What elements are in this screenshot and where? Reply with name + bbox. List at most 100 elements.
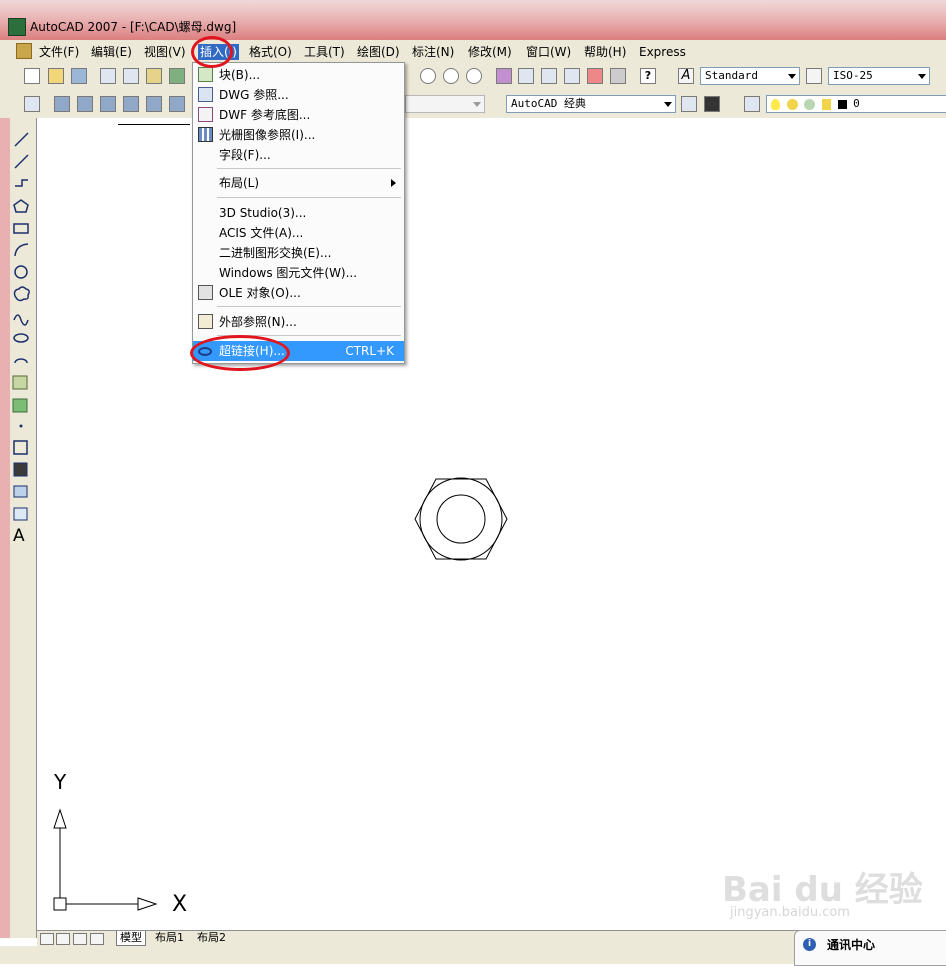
notice-title: 通讯中心	[827, 938, 876, 952]
menu-draw[interactable]: 绘图(D)	[357, 44, 400, 60]
view-top-icon[interactable]	[54, 96, 70, 112]
design-center-icon[interactable]	[518, 68, 534, 84]
menu-edit[interactable]: 编辑(E)	[91, 44, 132, 60]
communication-center-bubble[interactable]: i 通讯中心	[794, 930, 946, 966]
layer-on-icon	[771, 98, 780, 110]
text-style-combo[interactable]: Standard	[700, 67, 800, 85]
view-left-icon[interactable]	[100, 96, 116, 112]
insert-menu-acis-file[interactable]: ACIS 文件(A)...	[193, 223, 404, 243]
tab-model[interactable]: 模型	[116, 931, 146, 946]
plot-icon[interactable]	[100, 68, 116, 84]
sheet-set-icon[interactable]	[564, 68, 580, 84]
ellipse-arc-icon	[14, 358, 28, 364]
help-icon[interactable]: ?	[640, 68, 656, 84]
markup-icon[interactable]	[587, 68, 603, 84]
tab-last-icon[interactable]	[90, 933, 104, 945]
etransmit-icon[interactable]	[169, 68, 185, 84]
polygon-icon	[13, 199, 29, 213]
ellipse-icon	[13, 333, 29, 343]
arc-icon	[14, 243, 29, 257]
tool-palettes-icon[interactable]	[541, 68, 557, 84]
save-icon[interactable]	[71, 68, 87, 84]
insert-block-icon	[12, 375, 28, 390]
menu-tools[interactable]: 工具(T)	[304, 44, 345, 60]
menu-view[interactable]: 视图(V)	[144, 44, 186, 60]
workspace-settings-icon[interactable]	[681, 96, 697, 112]
layer-combo[interactable]: 0	[766, 95, 946, 113]
insert-menu-external-reference[interactable]: 外部参照(N)...	[193, 312, 404, 332]
open-icon[interactable]	[48, 68, 64, 84]
insert-menu-3d-studio[interactable]: 3D Studio(3)...	[193, 203, 404, 223]
zoom-realtime-icon[interactable]	[420, 68, 436, 84]
region-icon	[13, 485, 28, 498]
raster-image-icon	[198, 127, 213, 142]
menu-window[interactable]: 窗口(W)	[526, 44, 571, 60]
dim-style-combo[interactable]: ISO-25	[828, 67, 930, 85]
publish-icon[interactable]	[146, 68, 162, 84]
canvas-fragment-line	[118, 124, 190, 125]
layer-name: 0	[853, 97, 860, 110]
insert-menu-dwf-underlay[interactable]: DWF 参考底图...	[193, 105, 404, 125]
text-style-icon[interactable]: A	[678, 68, 694, 84]
document-icon[interactable]	[16, 43, 32, 59]
workspace-combo[interactable]: AutoCAD 经典	[506, 95, 676, 113]
tab-layout1[interactable]: 布局1	[152, 931, 187, 945]
menu-separator	[217, 168, 401, 169]
polyline-icon	[15, 179, 28, 187]
insert-menu-layout[interactable]: 布局(L)	[193, 173, 404, 193]
workspace-icon[interactable]	[24, 96, 40, 112]
info-icon: i	[803, 938, 816, 951]
text-tool-icon[interactable]: A	[13, 526, 25, 546]
view-right-icon[interactable]	[123, 96, 139, 112]
view-front-icon[interactable]	[146, 96, 162, 112]
insert-menu-block[interactable]: 块(B)...	[193, 65, 404, 85]
menu-help[interactable]: 帮助(H)	[584, 44, 626, 60]
insert-menu-binary-exchange[interactable]: 二进制图形交换(E)...	[193, 243, 404, 263]
tab-prev-icon[interactable]	[56, 933, 70, 945]
menu-express[interactable]: Express	[639, 44, 686, 60]
insert-menu-field[interactable]: 字段(F)...	[193, 145, 404, 165]
construction-line-icon	[14, 154, 29, 169]
dwf-underlay-icon	[198, 107, 213, 122]
menu-separator	[217, 306, 401, 307]
window-edge	[0, 118, 10, 938]
insert-menu-windows-metafile[interactable]: Windows 图元文件(W)...	[193, 263, 404, 283]
view-bottom-icon[interactable]	[77, 96, 93, 112]
workspace-save-icon[interactable]	[704, 96, 720, 112]
tab-first-icon[interactable]	[40, 933, 54, 945]
point-icon	[19, 424, 23, 428]
tab-layout2[interactable]: 布局2	[194, 931, 229, 945]
gradient-icon	[13, 462, 28, 477]
zoom-window-icon[interactable]	[443, 68, 459, 84]
autocad-app-icon[interactable]	[8, 18, 26, 36]
plot-preview-icon[interactable]	[123, 68, 139, 84]
calculator-icon[interactable]	[610, 68, 626, 84]
insert-menu-ole-object[interactable]: OLE 对象(O)...	[193, 283, 404, 303]
menu-format[interactable]: 格式(O)	[249, 44, 292, 60]
layer-lock-icon	[821, 98, 831, 110]
submenu-arrow-icon	[391, 179, 396, 187]
menu-file[interactable]: 文件(F)	[39, 44, 79, 60]
view-back-icon[interactable]	[169, 96, 185, 112]
insert-menu-raster-image[interactable]: 光栅图像参照(I)...	[193, 125, 404, 145]
text-style-value: Standard	[705, 69, 758, 82]
properties-icon[interactable]	[496, 68, 512, 84]
window-title: AutoCAD 2007 - [F:\CAD\螺母.dwg]	[30, 20, 237, 34]
menu-dimension[interactable]: 标注(N)	[412, 44, 454, 60]
dim-style-value: ISO-25	[833, 69, 873, 82]
dim-style-icon[interactable]	[806, 68, 822, 84]
view-combo[interactable]	[405, 95, 485, 113]
annotation-circle-insert-menu	[191, 36, 233, 68]
tab-next-icon[interactable]	[73, 933, 87, 945]
layer-properties-icon[interactable]	[744, 96, 760, 112]
layer-thaw-icon	[786, 98, 798, 110]
insert-menu-dropdown: 块(B)... DWG 参照... DWF 参考底图... 光栅图像参照(I).…	[192, 62, 405, 364]
revision-cloud-icon	[13, 286, 30, 302]
table-icon	[13, 507, 28, 521]
insert-menu-dwg-reference[interactable]: DWG 参照...	[193, 85, 404, 105]
dwg-reference-icon	[198, 87, 213, 102]
new-icon[interactable]	[24, 68, 40, 84]
zoom-previous-icon[interactable]	[466, 68, 482, 84]
watermark-url: jingyan.baidu.com	[730, 905, 850, 920]
menu-modify[interactable]: 修改(M)	[468, 44, 512, 60]
